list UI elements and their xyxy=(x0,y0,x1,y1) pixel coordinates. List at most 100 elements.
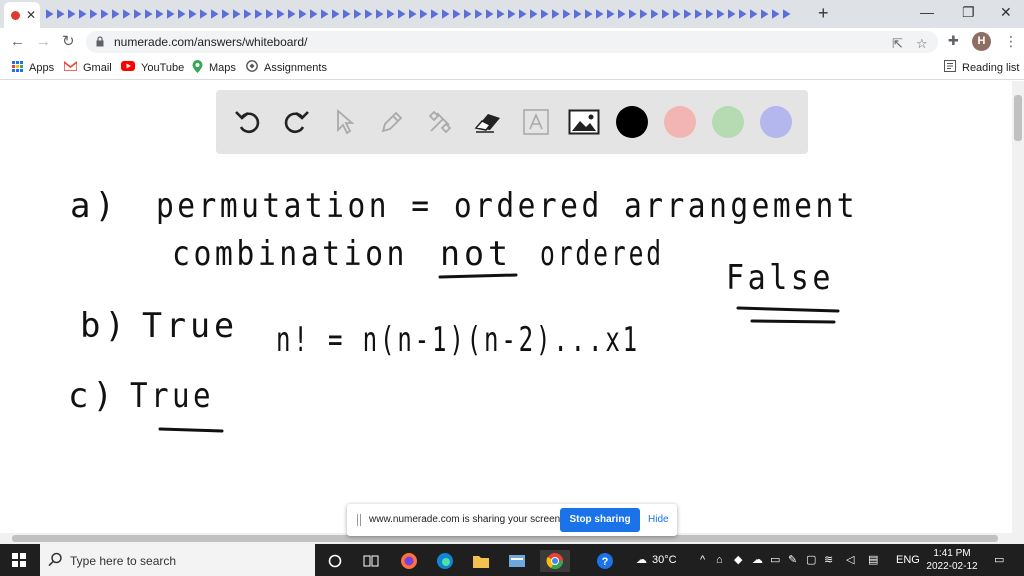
vertical-scrollbar[interactable] xyxy=(1012,81,1024,533)
profile-avatar[interactable]: H xyxy=(972,32,991,51)
tab-favicon-icon[interactable] xyxy=(627,6,638,22)
tab-favicon-icon[interactable] xyxy=(363,6,374,22)
tab-favicon-icon[interactable] xyxy=(473,6,484,22)
tab-favicon-icon[interactable] xyxy=(737,6,748,22)
tab-favicon-icon[interactable] xyxy=(330,6,341,22)
restore-button[interactable]: ❐ xyxy=(962,3,975,21)
tab-favicon-icon[interactable] xyxy=(583,6,594,22)
tab-favicon-icon[interactable] xyxy=(539,6,550,22)
tab-favicon-icon[interactable] xyxy=(132,6,143,22)
select-icon[interactable] xyxy=(328,106,360,138)
pen-tray-icon[interactable]: ✎ xyxy=(788,553,797,567)
reload-icon[interactable]: ↻ xyxy=(62,33,75,51)
usb-icon[interactable]: ▭ xyxy=(770,553,780,567)
wifi-icon[interactable]: ≋ xyxy=(824,553,833,567)
tab-favicon-icon[interactable] xyxy=(286,6,297,22)
taskbar-search-box[interactable]: Type here to search xyxy=(40,544,315,576)
tab-favicon-icon[interactable] xyxy=(616,6,627,22)
tab-favicon-icon[interactable] xyxy=(506,6,517,22)
tab-favicon-icon[interactable] xyxy=(121,6,132,22)
tab-favicon-icon[interactable] xyxy=(374,6,385,22)
tab-favicon-icon[interactable] xyxy=(99,6,110,22)
tab-favicon-icon[interactable] xyxy=(297,6,308,22)
tab-favicon-icon[interactable] xyxy=(693,6,704,22)
tab-favicon-icon[interactable] xyxy=(275,6,286,22)
color-swatch-black[interactable] xyxy=(616,106,648,138)
tab-favicon-icon[interactable] xyxy=(154,6,165,22)
tab-favicon-icon[interactable] xyxy=(715,6,726,22)
undo-icon[interactable] xyxy=(232,106,264,138)
taskbar-clock[interactable]: 1:41 PM 2022-02-12 xyxy=(924,547,980,573)
image-icon[interactable] xyxy=(568,106,600,138)
vertical-scroll-thumb[interactable] xyxy=(1014,95,1022,141)
tab-favicon-icon[interactable] xyxy=(66,6,77,22)
windows-start-icon[interactable] xyxy=(12,553,26,567)
tab-favicon-icon[interactable] xyxy=(594,6,605,22)
stop-sharing-button[interactable]: Stop sharing xyxy=(560,508,640,532)
tab-favicon-icon[interactable] xyxy=(209,6,220,22)
network-icon[interactable]: ⌂ xyxy=(716,553,723,567)
firefox-icon[interactable] xyxy=(398,550,420,572)
tab-favicon-icon[interactable] xyxy=(781,6,792,22)
tab-favicon-icon[interactable] xyxy=(220,6,231,22)
tab-favicon-icon[interactable] xyxy=(407,6,418,22)
cortana-icon[interactable] xyxy=(324,550,346,572)
display-icon[interactable]: ▢ xyxy=(806,553,816,567)
tab-favicon-icon[interactable] xyxy=(88,6,99,22)
cloud-sync-icon[interactable]: ☁ xyxy=(752,553,763,567)
bookmark-assignments[interactable]: Assignments xyxy=(246,60,327,75)
horizontal-scroll-thumb[interactable] xyxy=(12,535,998,542)
pen-icon[interactable] xyxy=(376,106,408,138)
tab-favicon-icon[interactable] xyxy=(165,6,176,22)
dropbox-icon[interactable]: ◆ xyxy=(734,553,742,567)
hide-button[interactable]: Hide xyxy=(648,514,669,525)
tab-favicon-icon[interactable] xyxy=(55,6,66,22)
tab-favicon-icon[interactable] xyxy=(682,6,693,22)
close-window-button[interactable]: ✕ xyxy=(1000,3,1012,21)
tab-active[interactable]: ✕ xyxy=(4,2,40,28)
file-explorer-icon[interactable] xyxy=(470,550,492,572)
tab-favicon-icon[interactable] xyxy=(77,6,88,22)
tab-favicon-icon[interactable] xyxy=(429,6,440,22)
tab-favicon-icon[interactable] xyxy=(44,6,55,22)
tab-favicon-icon[interactable] xyxy=(352,6,363,22)
tab-favicon-icon[interactable] xyxy=(176,6,187,22)
bookmark-apps[interactable]: Apps xyxy=(12,60,54,75)
tab-favicon-icon[interactable] xyxy=(671,6,682,22)
tab-favicon-icon[interactable] xyxy=(517,6,528,22)
notifications-icon[interactable]: ▭ xyxy=(994,553,1004,567)
keyboard-icon[interactable]: ▤ xyxy=(868,553,878,567)
share-page-icon[interactable]: ⇱ xyxy=(892,36,903,52)
control-panel-icon[interactable] xyxy=(506,550,528,572)
forward-arrow-icon[interactable]: → xyxy=(36,33,51,51)
address-bar[interactable]: numerade.com/answers/whiteboard/ ⇱ ☆ xyxy=(86,31,938,53)
help-icon[interactable]: ? xyxy=(594,550,616,572)
tab-favicon-icon[interactable] xyxy=(440,6,451,22)
tab-favicon-icon[interactable] xyxy=(704,6,715,22)
temperature-text[interactable]: 30°C xyxy=(652,553,677,567)
bookmark-maps[interactable]: Maps xyxy=(192,59,236,75)
tab-favicon-icon[interactable] xyxy=(550,6,561,22)
tab-favicon-icon[interactable] xyxy=(253,6,264,22)
tab-favicon-icon[interactable] xyxy=(770,6,781,22)
minimize-button[interactable]: — xyxy=(920,3,934,21)
tab-favicon-icon[interactable] xyxy=(528,6,539,22)
tab-favicon-icon[interactable] xyxy=(308,6,319,22)
tab-close-icon[interactable]: ✕ xyxy=(26,7,36,23)
tab-favicon-icon[interactable] xyxy=(341,6,352,22)
tab-favicon-icon[interactable] xyxy=(759,6,770,22)
tab-favicon-icon[interactable] xyxy=(605,6,616,22)
tab-favicon-icon[interactable] xyxy=(396,6,407,22)
eraser-icon[interactable] xyxy=(472,106,504,138)
color-swatch-lavender[interactable] xyxy=(760,106,792,138)
task-view-icon[interactable] xyxy=(360,550,382,572)
color-swatch-green[interactable] xyxy=(712,106,744,138)
bookmark-youtube[interactable]: YouTube xyxy=(121,60,184,75)
tab-favicon-icon[interactable] xyxy=(484,6,495,22)
tab-favicon-icon[interactable] xyxy=(649,6,660,22)
tab-favicon-icon[interactable] xyxy=(748,6,759,22)
tab-favicon-icon[interactable] xyxy=(264,6,275,22)
tab-favicon-icon[interactable] xyxy=(418,6,429,22)
tray-chevron-icon[interactable]: ^ xyxy=(700,553,705,567)
tab-favicon-icon[interactable] xyxy=(319,6,330,22)
